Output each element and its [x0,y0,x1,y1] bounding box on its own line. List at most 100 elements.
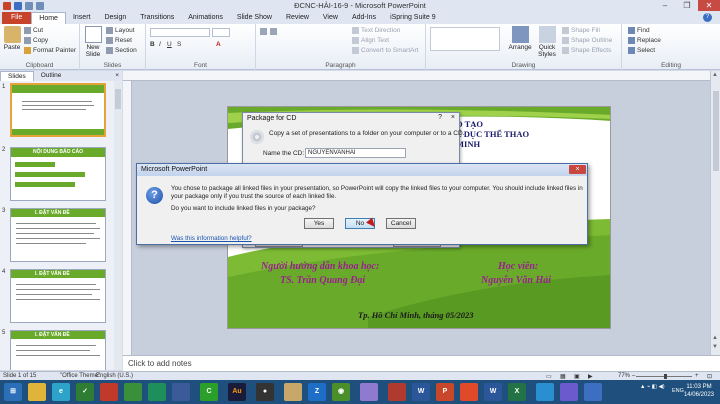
close-window-button[interactable]: ✕ [698,0,720,11]
tab-review[interactable]: Review [279,12,316,24]
app-icon[interactable] [172,383,190,401]
close-pane-icon[interactable]: × [115,71,119,81]
app-icon[interactable] [536,383,554,401]
cd-name-input[interactable]: NGUYENVANHAI [305,148,406,158]
thumbnail-scrollbar[interactable] [114,81,122,370]
scroll-thumb[interactable] [115,89,121,109]
word-icon[interactable]: W [412,383,430,401]
normal-view-icon[interactable]: ▭ [546,373,552,380]
zoom-in-icon[interactable]: + [695,373,699,379]
copy-button[interactable]: Copy [24,37,48,44]
cut-button[interactable]: Cut [24,27,43,34]
system-tray-icons[interactable]: ▲ ⌁ ◧ ◀) [640,384,665,390]
format-painter-button[interactable]: Format Painter [24,47,76,54]
close-dialog-button[interactable]: × [451,114,455,121]
help-icon[interactable]: ? [703,13,712,22]
select-button[interactable]: Select [628,47,655,54]
canvas-scrollbar[interactable]: ▲ ▲ ▼ [710,71,720,355]
taskbar-clock[interactable]: 11:03 PM 14/06/2023 [684,383,714,399]
word-icon[interactable]: W [484,383,502,401]
app-icon[interactable] [148,383,166,401]
help-button[interactable]: ? [438,114,442,121]
reset-button[interactable]: Reset [106,37,132,44]
layout-button[interactable]: Layout [106,27,135,34]
tab-insert[interactable]: Insert [66,12,98,24]
obs-icon[interactable]: ● [256,383,274,401]
app-icon[interactable] [124,383,142,401]
minimize-button[interactable]: – [654,0,676,11]
replace-button[interactable]: Replace [628,37,661,44]
audition-icon[interactable]: Au [228,383,246,401]
slide-thumbnail-5[interactable]: I. ĐẶT VẤN ĐỀ [10,330,106,370]
powerpoint-icon[interactable]: P [436,383,454,401]
underline-button[interactable]: U [167,41,172,48]
bullets-button[interactable] [260,28,267,35]
find-button[interactable]: Find [628,27,650,34]
convert-smartart-button[interactable]: Convert to SmartArt [352,47,418,54]
restore-button[interactable]: ❐ [676,0,698,11]
app-icon[interactable] [560,383,578,401]
reading-view-icon[interactable]: ▣ [574,373,580,380]
tab-transitions[interactable]: Transitions [133,12,181,24]
new-slide-button[interactable]: New Slide [82,26,104,58]
shape-fill-button[interactable]: Shape Fill [562,27,600,34]
input-language[interactable]: ENG [672,388,684,394]
tab-animations[interactable]: Animations [181,12,230,24]
browser-icon[interactable]: e [52,383,70,401]
align-text-button[interactable]: Align Text [352,37,389,44]
tab-slides[interactable]: Slides [0,71,34,81]
app-icon[interactable]: ✓ [76,383,94,401]
section-button[interactable]: Section [106,47,137,54]
app-icon[interactable] [388,383,406,401]
tab-file[interactable]: File [2,12,32,24]
strikethrough-button[interactable]: S [177,41,181,48]
scroll-thumb[interactable] [713,91,719,171]
start-icon[interactable]: ⊞ [4,383,22,401]
proofing-language[interactable]: English (U.S.) [96,373,133,379]
slide-thumbnail-2[interactable]: NỘI DUNG BÁO CÁO [10,147,106,201]
paste-button[interactable]: Paste [2,26,22,51]
app-icon[interactable] [100,383,118,401]
tab-home[interactable]: Home [31,12,66,24]
notes-pane[interactable]: Click to add notes [123,355,720,371]
fit-to-window-icon[interactable]: ⊡ [707,373,712,380]
zoom-level[interactable]: 77% [618,373,630,379]
chrome-icon[interactable]: ◉ [332,383,350,401]
tab-slide-show[interactable]: Slide Show [230,12,279,24]
prev-slide-icon[interactable]: ▲ [712,335,718,341]
numbering-button[interactable] [270,28,277,35]
app-icon[interactable] [584,383,602,401]
arrange-button[interactable]: Arrange [506,26,534,51]
cancel-button[interactable]: Cancel [386,218,416,229]
zoom-slider-knob[interactable] [664,374,667,379]
zalo-icon[interactable]: Z [308,383,326,401]
tab-view[interactable]: View [316,12,345,24]
shape-effects-button[interactable]: Shape Effects [562,47,611,54]
shapes-gallery[interactable] [430,27,500,51]
slide-sorter-icon[interactable]: ▦ [560,373,566,380]
zoom-out-icon[interactable]: – [632,373,635,379]
slide-thumbnail-1[interactable] [10,83,106,137]
yes-button[interactable]: Yes [304,218,334,229]
font-color-button[interactable]: A [216,41,221,48]
slide-thumbnail-3[interactable]: I. ĐẶT VẤN ĐỀ [10,208,106,262]
slide-thumbnail-4[interactable]: I. ĐẶT VẤN ĐỀ [10,269,106,323]
next-slide-icon[interactable]: ▼ [712,344,718,350]
camtasia-icon[interactable]: C [200,383,218,401]
shape-outline-button[interactable]: Shape Outline [562,37,612,44]
font-name-box[interactable] [150,28,210,37]
quick-styles-button[interactable]: Quick Styles [534,26,560,58]
close-dialog-button[interactable]: × [569,165,586,174]
file-explorer-icon[interactable] [28,383,46,401]
tab-outline[interactable]: Outline [34,71,69,81]
app-icon[interactable] [460,383,478,401]
tab-ispring[interactable]: iSpring Suite 9 [383,12,443,24]
app-icon[interactable] [284,383,302,401]
bold-button[interactable]: B [150,41,155,48]
tab-design[interactable]: Design [97,12,133,24]
excel-icon[interactable]: X [508,383,526,401]
app-icon[interactable] [360,383,378,401]
slideshow-icon[interactable]: ▶ [588,373,593,380]
font-size-box[interactable] [212,28,230,37]
scroll-up-icon[interactable]: ▲ [712,72,718,78]
